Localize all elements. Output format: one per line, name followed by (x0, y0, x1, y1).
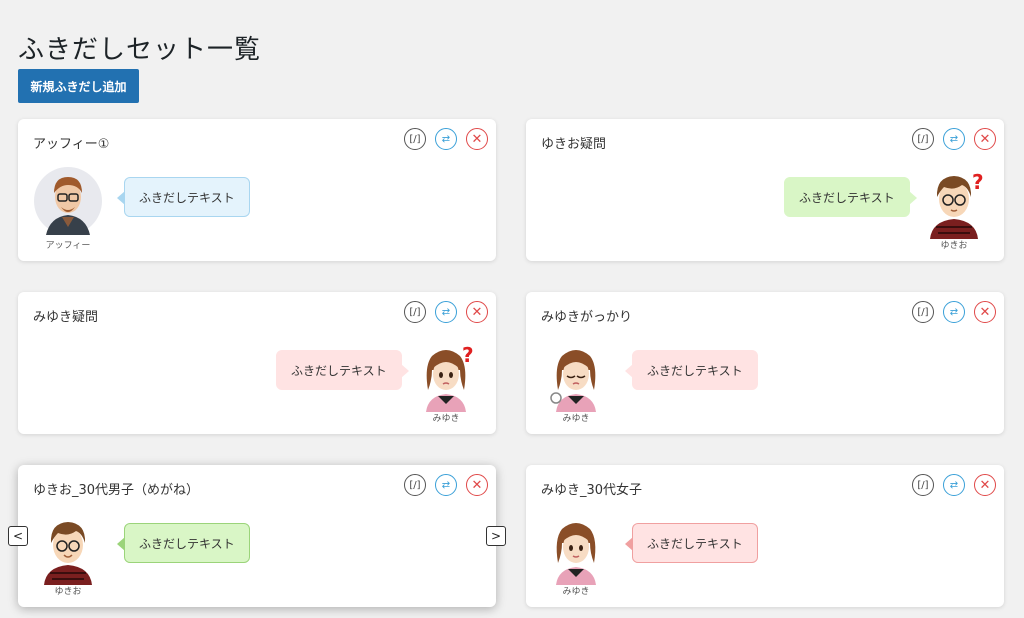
balloon-card: みゆき_30代女子 [/] ⇄ ✕ みゆき ふきだしテキスト (526, 465, 1004, 607)
edit-icon[interactable]: [/] (912, 301, 934, 323)
copy-icon[interactable]: ⇄ (435, 128, 457, 150)
card-title: ゆきお_30代男子（めがね） (33, 483, 200, 498)
copy-icon[interactable]: ⇄ (943, 474, 965, 496)
edit-icon[interactable]: [/] (912, 128, 934, 150)
balloon-card: アッフィー① [/] ⇄ ✕ アッフィー ふきだしテキスト (18, 119, 496, 261)
avatar: アッフィー (32, 167, 104, 251)
card-title: ゆきお疑問 (541, 137, 607, 152)
speech-balloon: ふきだしテキスト (276, 350, 409, 390)
copy-icon[interactable]: ⇄ (435, 301, 457, 323)
edit-icon[interactable]: [/] (404, 128, 426, 150)
speech-balloon: ふきだしテキスト (784, 177, 917, 217)
speech-balloon: ふきだしテキスト (625, 523, 758, 563)
edit-icon[interactable]: [/] (404, 301, 426, 323)
avatar: みゆき (540, 340, 612, 424)
page-title: ふきだしセット一覧 (18, 35, 262, 66)
balloon-card: ゆきお疑問 [/] ⇄ ✕ ふきだしテキスト ? ゆきお (526, 119, 1004, 261)
chevron-right-icon[interactable]: > (486, 526, 506, 546)
question-mark-icon: ? (462, 343, 474, 367)
delete-icon[interactable]: ✕ (974, 474, 996, 496)
speech-balloon: ふきだしテキスト (117, 177, 250, 217)
edit-icon[interactable]: [/] (912, 474, 934, 496)
delete-icon[interactable]: ✕ (466, 128, 488, 150)
balloon-card: みゆき疑問 [/] ⇄ ✕ ふきだしテキスト ? みゆき (18, 292, 496, 434)
add-balloon-button[interactable]: 新規ふきだし追加 (18, 69, 139, 103)
delete-icon[interactable]: ✕ (466, 301, 488, 323)
delete-icon[interactable]: ✕ (466, 474, 488, 496)
avatar: みゆき (540, 513, 612, 597)
balloon-card: みゆきがっかり [/] ⇄ ✕ みゆき ふきだしテキスト (526, 292, 1004, 434)
avatar: ? みゆき (410, 340, 482, 424)
avatar-name: ゆきお (940, 241, 968, 251)
avatar-name: みゆき (562, 414, 590, 424)
delete-icon[interactable]: ✕ (974, 301, 996, 323)
card-title: みゆきがっかり (541, 310, 633, 325)
avatar: ? ゆきお (918, 167, 990, 251)
edit-icon[interactable]: [/] (404, 474, 426, 496)
avatar-name: みゆき (562, 587, 590, 597)
card-title: みゆき_30代女子 (541, 483, 643, 498)
copy-icon[interactable]: ⇄ (943, 128, 965, 150)
speech-balloon: ふきだしテキスト (117, 523, 250, 563)
avatar: ゆきお (32, 513, 104, 597)
balloon-card: ゆきお_30代男子（めがね） [/] ⇄ ✕ ゆきお ふきだしテキスト (18, 465, 496, 607)
delete-icon[interactable]: ✕ (974, 128, 996, 150)
avatar-name: アッフィー (45, 241, 91, 251)
card-title: みゆき疑問 (33, 310, 99, 325)
chevron-left-icon[interactable]: < (8, 526, 28, 546)
avatar-name: ゆきお (54, 587, 82, 597)
avatar-name: みゆき (432, 414, 460, 424)
copy-icon[interactable]: ⇄ (943, 301, 965, 323)
card-title: アッフィー① (33, 137, 110, 152)
copy-icon[interactable]: ⇄ (435, 474, 457, 496)
speech-balloon: ふきだしテキスト (625, 350, 758, 390)
question-mark-icon: ? (972, 170, 984, 194)
